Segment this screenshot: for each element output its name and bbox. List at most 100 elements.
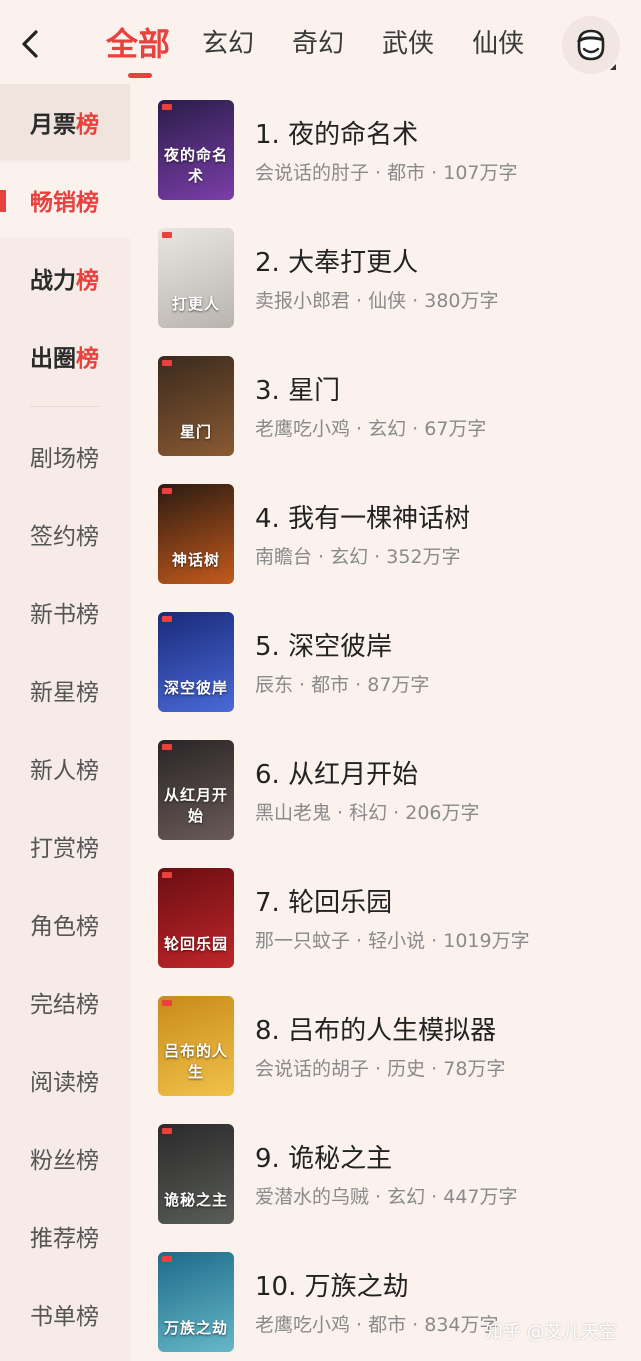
sidebar-item-label: 月票: [30, 112, 76, 138]
tab-wuxia[interactable]: 武侠: [382, 18, 434, 70]
book-title[interactable]: 3. 星门: [255, 370, 340, 407]
book-title[interactable]: 4. 我有一棵神话树: [255, 498, 470, 535]
sidebar-item-label: 阅读榜: [30, 1070, 99, 1096]
publisher-badge-icon: [162, 488, 172, 494]
publisher-badge-icon: [162, 616, 172, 622]
sidebar-item-label: 角色榜: [30, 914, 99, 940]
book-row[interactable]: 夜的命名术 1. 夜的命名术会说话的肘子 · 都市 · 107万字: [130, 84, 641, 212]
sidebar-item-label: 新星榜: [30, 680, 99, 706]
sidebar-item-label-highlight: 榜: [76, 112, 99, 138]
cover-title-art: 吕布的人生: [163, 1042, 228, 1081]
cover-title-art: 打更人: [171, 295, 220, 313]
sidebar-item-juese[interactable]: 角色榜: [0, 886, 130, 962]
sidebar-item-label: 推荐榜: [30, 1226, 99, 1252]
sidebar-item-qianyue[interactable]: 签约榜: [0, 496, 130, 572]
watermark: 知乎 @艾儿天空: [485, 1322, 617, 1343]
sidebar-item-wanjie[interactable]: 完结榜: [0, 964, 130, 1040]
sidebar-item-xinxing[interactable]: 新星榜: [0, 652, 130, 728]
sidebar-item-label: 出圈: [30, 346, 76, 372]
book-cover[interactable]: 吕布的人生: [158, 996, 234, 1096]
sidebar-item-label: 新人榜: [30, 758, 99, 784]
book-cover[interactable]: 万族之劫: [158, 1252, 234, 1352]
book-meta: 辰东 · 都市 · 87万字: [255, 674, 430, 696]
book-title[interactable]: 2. 大奉打更人: [255, 242, 418, 279]
cover-title-art: 轮回乐园: [163, 935, 228, 953]
sidebar-item-label: 签约榜: [30, 524, 99, 550]
back-button[interactable]: [14, 26, 50, 62]
book-meta: 老鹰吃小鸡 · 都市 · 834万字: [255, 1314, 499, 1336]
book-row[interactable]: 深空彼岸 5. 深空彼岸辰东 · 都市 · 87万字: [130, 596, 641, 724]
sidebar-item-label: 战力: [30, 268, 76, 294]
cover-title-art: 诡秘之主: [163, 1191, 228, 1209]
book-cover[interactable]: 从红月开始: [158, 740, 234, 840]
book-meta: 黑山老鬼 · 科幻 · 206万字: [255, 802, 480, 824]
book-cover[interactable]: 轮回乐园: [158, 868, 234, 968]
sidebar-item-yuedu[interactable]: 阅读榜: [0, 1042, 130, 1118]
book-row[interactable]: 神话树 4. 我有一棵神话树南瞻台 · 玄幻 · 352万字: [130, 468, 641, 596]
sidebar-item-fensi[interactable]: 粉丝榜: [0, 1120, 130, 1196]
sidebar-item-label: 剧场榜: [30, 446, 99, 472]
book-row[interactable]: 轮回乐园 7. 轮回乐园 那一只蚊子 · 轻小说 · 1019万字: [130, 852, 641, 980]
book-title[interactable]: 5. 深空彼岸: [255, 626, 392, 663]
sidebar-item-zhanli[interactable]: 战力榜: [0, 240, 130, 316]
sidebar-item-changxiao[interactable]: 畅销榜: [0, 162, 130, 238]
book-cover[interactable]: 夜的命名术: [158, 100, 234, 200]
publisher-badge-icon: [162, 360, 172, 366]
tab-xianxia[interactable]: 仙侠: [472, 18, 524, 70]
cover-title-art: 万族之劫: [163, 1319, 228, 1337]
book-title[interactable]: 10. 万族之劫: [255, 1266, 409, 1303]
book-meta: 卖报小郎君 · 仙侠 · 380万字: [255, 290, 499, 312]
publisher-badge-icon: [162, 744, 172, 750]
sidebar-item-chuquan[interactable]: 出圈榜: [0, 318, 130, 394]
book-cover[interactable]: 星门: [158, 356, 234, 456]
sidebar-item-tuijian[interactable]: 推荐榜: [0, 1198, 130, 1274]
book-row[interactable]: 吕布的人生 8. 吕布的人生模拟器 会说话的胡子 · 历史 · 78万字: [130, 980, 641, 1108]
book-title[interactable]: 8. 吕布的人生模拟器: [255, 1010, 496, 1047]
cover-title-art: 神话树: [171, 551, 220, 569]
sidebar-item-label: 书单榜: [30, 1304, 99, 1330]
cover-title-art: 夜的命名术: [163, 146, 228, 185]
book-title[interactable]: 9. 诡秘之主: [255, 1138, 392, 1175]
tab-xuanhuan[interactable]: 玄幻: [202, 18, 254, 70]
ranking-sidebar: 月票榜畅销榜 战力榜出圈榜剧场榜 签约榜 新书榜 新星榜 新人榜 打赏榜 角色榜 完结榜 阅读榜粉…: [0, 84, 130, 1361]
publisher-badge-icon: [162, 872, 172, 878]
book-title[interactable]: 1. 夜的命名术: [255, 114, 418, 151]
avatar-button[interactable]: [562, 16, 620, 74]
book-meta: 会说话的肘子 · 都市 · 107万字: [255, 162, 518, 184]
chevron-left-icon: [22, 30, 38, 58]
sidebar-item-label-highlight: 榜: [76, 268, 99, 294]
sidebar-item-label: 完结榜: [30, 992, 99, 1018]
top-header: 全部 玄幻 奇幻 武侠 仙侠: [0, 0, 641, 84]
sidebar-item-shudan[interactable]: 书单榜: [0, 1276, 130, 1352]
cover-title-art: 从红月开始: [163, 786, 228, 825]
cover-title-art: 星门: [179, 423, 212, 441]
tab-qihuan[interactable]: 奇幻: [292, 18, 344, 70]
book-row[interactable]: 从红月开始 6. 从红月开始黑山老鬼 · 科幻 · 206万字: [130, 724, 641, 852]
book-row[interactable]: 打更人 2. 大奉打更人卖报小郎君 · 仙侠 · 380万字: [130, 212, 641, 340]
book-row[interactable]: 诡秘之主 9. 诡秘之主 爱潜水的乌贼 · 玄幻 · 447万字: [130, 1108, 641, 1236]
sidebar-item-label: 新书榜: [30, 602, 99, 628]
book-ranking-list: 夜的命名术 1. 夜的命名术会说话的肘子 · 都市 · 107万字打更人 2. 大奉…: [130, 84, 641, 1361]
tab-all[interactable]: 全部: [106, 18, 170, 78]
book-title[interactable]: 6. 从红月开始: [255, 754, 418, 791]
book-meta: 老鹰吃小鸡 · 玄幻 · 67万字: [255, 418, 487, 440]
book-meta: 南瞻台 · 玄幻 · 352万字: [255, 546, 461, 568]
sidebar-item-xinren[interactable]: 新人榜: [0, 730, 130, 806]
sidebar-item-juchang[interactable]: 剧场榜: [0, 418, 130, 494]
book-cover[interactable]: 诡秘之主: [158, 1124, 234, 1224]
book-title[interactable]: 7. 轮回乐园: [255, 882, 392, 919]
book-cover[interactable]: 深空彼岸: [158, 612, 234, 712]
dropdown-corner-icon: [610, 64, 616, 70]
cover-title-art: 深空彼岸: [163, 679, 228, 697]
sidebar-item-yuepiao[interactable]: 月票榜: [0, 84, 130, 160]
sidebar-item-dashang[interactable]: 打赏榜: [0, 808, 130, 884]
sidebar-item-label: 打赏榜: [30, 836, 99, 862]
book-cover[interactable]: 神话树: [158, 484, 234, 584]
publisher-badge-icon: [162, 1000, 172, 1006]
book-cover[interactable]: 打更人: [158, 228, 234, 328]
active-indicator: [0, 190, 6, 212]
sidebar-item-label-highlight: 榜: [76, 346, 99, 372]
book-row[interactable]: 星门 3. 星门老鹰吃小鸡 · 玄幻 · 67万字: [130, 340, 641, 468]
sidebar-item-label: 畅销榜: [30, 190, 99, 216]
sidebar-item-xinshu[interactable]: 新书榜: [0, 574, 130, 650]
